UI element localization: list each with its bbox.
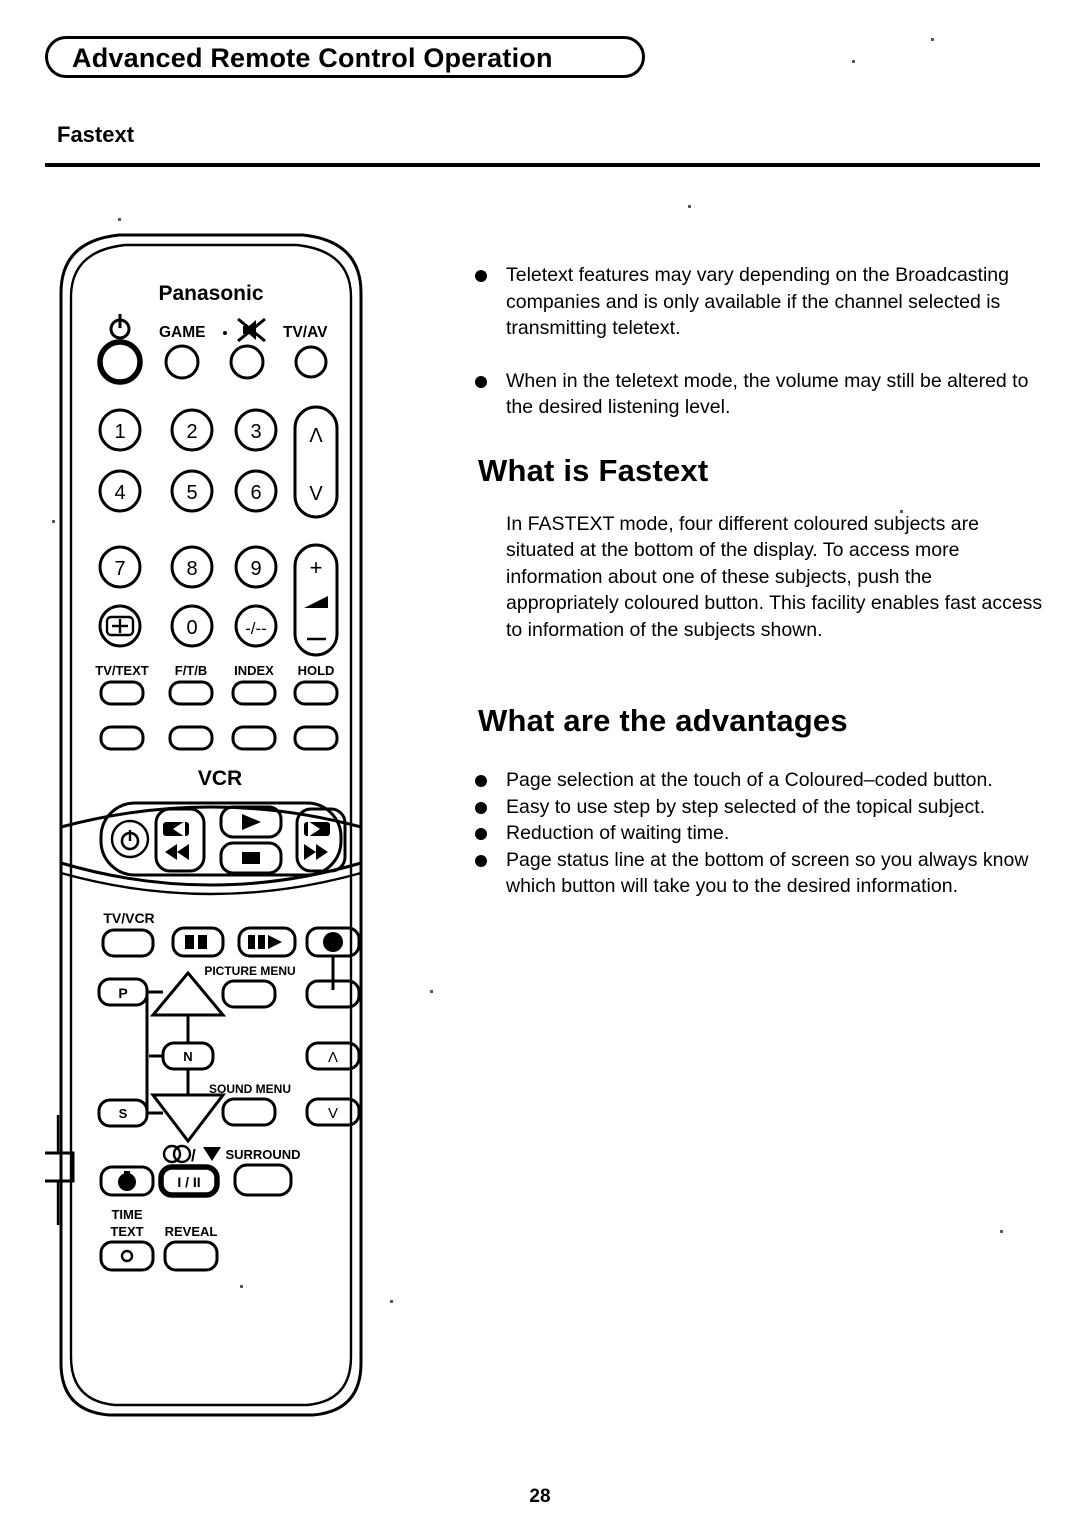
svg-text:VCR: VCR <box>198 767 242 790</box>
svg-text:N: N <box>183 1049 192 1064</box>
svg-text:SOUND MENU: SOUND MENU <box>209 1082 291 1096</box>
svg-text:S: S <box>119 1106 128 1121</box>
svg-text:TV/AV: TV/AV <box>283 324 328 341</box>
list-item: Page status line at the bottom of screen… <box>470 847 1045 900</box>
svg-text:GAME: GAME <box>159 324 206 341</box>
list-item: Easy to use step by step selected of the… <box>470 794 1045 821</box>
scan-speck <box>118 218 121 221</box>
svg-text:TIME: TIME <box>111 1207 142 1222</box>
svg-text:V: V <box>328 1105 338 1122</box>
svg-text:Λ: Λ <box>328 1049 338 1066</box>
note-bullet-1: Teletext features may vary depending on … <box>470 262 1045 342</box>
advantages-heading: What are the advantages <box>478 703 848 738</box>
svg-text:REVEAL: REVEAL <box>165 1224 218 1239</box>
scan-speck <box>1000 1230 1003 1233</box>
svg-text:TV/TEXT: TV/TEXT <box>95 663 149 678</box>
note-bullet-2: When in the teletext mode, the volume ma… <box>470 368 1045 421</box>
subsection-title: Fastext <box>57 122 135 147</box>
svg-text:8: 8 <box>186 558 197 580</box>
svg-text:V: V <box>309 483 323 505</box>
page-number: 28 <box>529 1486 551 1507</box>
section-banner-title: Advanced Remote Control Operation <box>72 43 553 73</box>
svg-text:5: 5 <box>186 482 197 504</box>
svg-text:INDEX: INDEX <box>234 663 274 678</box>
svg-text:TV/VCR: TV/VCR <box>103 910 154 926</box>
svg-text:0: 0 <box>186 617 197 639</box>
scan-speck <box>852 60 855 63</box>
scan-speck <box>390 1300 393 1303</box>
scan-speck <box>52 520 55 523</box>
what-is-fastext-body: In FASTEXT mode, four different coloured… <box>506 512 1043 641</box>
svg-text:TEXT: TEXT <box>110 1224 143 1239</box>
list-item: Page selection at the touch of a Coloure… <box>470 767 1045 794</box>
svg-text:6: 6 <box>250 482 261 504</box>
svg-text:7: 7 <box>114 558 125 580</box>
svg-text:HOLD: HOLD <box>298 663 335 678</box>
svg-text:SURROUND: SURROUND <box>225 1147 300 1162</box>
svg-text:I / II: I / II <box>177 1174 200 1190</box>
scan-speck <box>240 1285 243 1288</box>
scan-speck <box>931 38 934 41</box>
list-item: Reduction of waiting time. <box>470 820 1045 847</box>
svg-text:2: 2 <box>186 421 197 443</box>
scan-speck <box>688 205 691 208</box>
scan-speck <box>430 990 433 993</box>
svg-text:+: + <box>310 555 323 580</box>
svg-text:F/T/B: F/T/B <box>175 663 208 678</box>
svg-text:4: 4 <box>114 482 125 504</box>
svg-text:1: 1 <box>114 421 125 443</box>
header-divider <box>45 163 1040 167</box>
svg-text:Λ: Λ <box>309 425 323 447</box>
svg-text:Panasonic: Panasonic <box>158 282 263 305</box>
svg-text:9: 9 <box>250 558 261 580</box>
document-page: Advanced Remote Control Operation Fastex… <box>0 0 1080 1528</box>
svg-text:3: 3 <box>250 421 261 443</box>
svg-text:-/--: -/-- <box>245 619 267 638</box>
text-column: Teletext features may vary depending on … <box>470 262 1045 900</box>
remote-control-illustration: .ol { fill:none; stroke:#000; stroke-wid… <box>45 215 405 1440</box>
what-is-fastext-heading: What is Fastext <box>478 452 709 488</box>
svg-text:/: / <box>191 1146 196 1165</box>
svg-text:P: P <box>118 985 127 1001</box>
advantages-list: Page selection at the touch of a Coloure… <box>470 767 1045 900</box>
svg-text:PICTURE MENU: PICTURE MENU <box>204 964 295 978</box>
